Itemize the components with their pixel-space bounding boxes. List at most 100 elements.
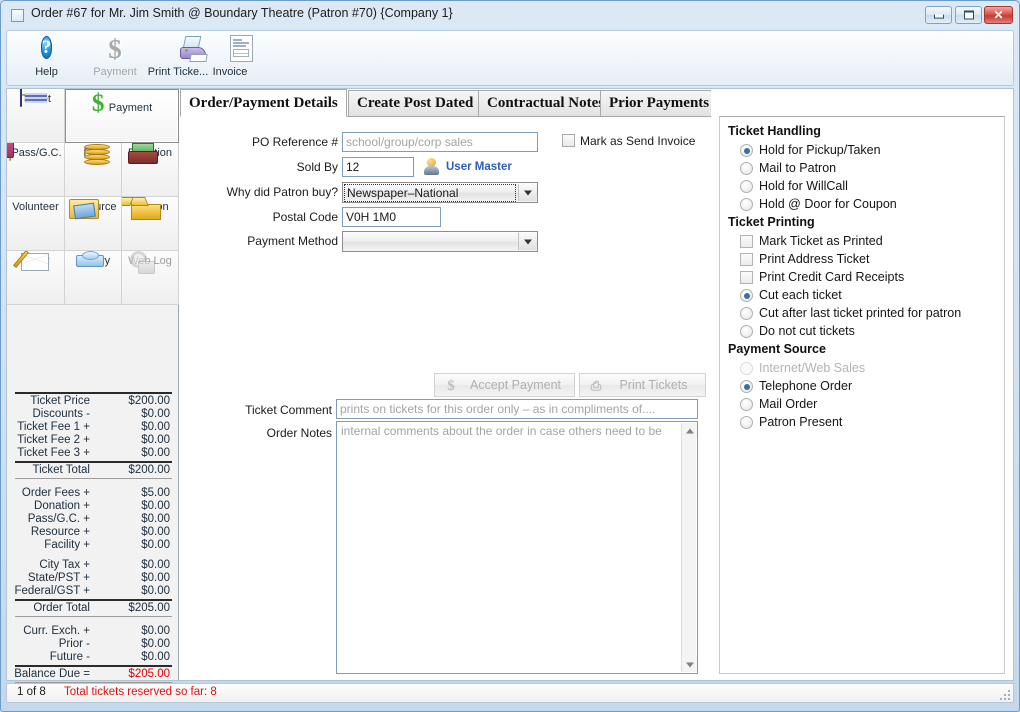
options-panel-inner: Ticket Handling Hold for Pickup/Taken Ma…: [719, 116, 1005, 674]
chevron-down-icon[interactable]: [518, 184, 536, 201]
chevron-down-icon[interactable]: [518, 233, 536, 250]
why-did-patron-buy-select[interactable]: Newspaper–National: [342, 182, 538, 203]
scroll-down-icon[interactable]: [682, 657, 697, 672]
payment-method-select[interactable]: [342, 231, 538, 252]
order-notes-placeholder: internal comments about the order in cas…: [341, 424, 662, 438]
tab-prior-payments[interactable]: Prior Payments: [600, 90, 719, 116]
accept-payment-button[interactable]: $ Accept Payment: [434, 373, 575, 397]
why-did-patron-buy-label: Why did Patron buy?: [226, 185, 338, 199]
tab-contractual-notes[interactable]: Contractual Notes: [478, 90, 614, 116]
toolbar-button-invoice[interactable]: Invoice: [204, 33, 256, 85]
dollar-icon: $: [108, 34, 122, 64]
checkbox-icon[interactable]: [740, 253, 753, 266]
checkbox-icon[interactable]: [740, 271, 753, 284]
radio-icon[interactable]: [740, 144, 753, 157]
totals-value: $0.00: [141, 408, 170, 420]
maximize-icon: [963, 10, 974, 20]
radio-icon[interactable]: [740, 198, 753, 211]
window-icon-checkbox[interactable]: [11, 9, 24, 22]
tab-order-payment-details[interactable]: Order/Payment Details: [180, 89, 347, 117]
ticket-comment-input[interactable]: prints on tickets for this order only – …: [336, 399, 698, 419]
minimize-button[interactable]: [925, 6, 952, 24]
radio-icon[interactable]: [740, 180, 753, 193]
totals-label: Prior -: [58, 638, 90, 650]
close-icon: ✕: [993, 8, 1004, 22]
totals-value: $0.00: [141, 513, 170, 525]
sidebar-item-payment[interactable]: $ Payment: [65, 89, 179, 143]
accept-payment-label: Accept Payment: [469, 378, 561, 392]
totals-row-order-total: Order Total $205.00: [7, 602, 178, 615]
user-master-link[interactable]: User Master: [446, 161, 512, 173]
tab-create-post-dated[interactable]: Create Post Dated: [348, 90, 483, 116]
sidebar-item-history[interactable]: History: [65, 251, 122, 305]
totals-value: $0.00: [141, 447, 170, 459]
totals-value: $205.00: [128, 602, 170, 614]
totals-row-balance-due: Balance Due = $205.00: [7, 668, 178, 681]
toolbar-button-help[interactable]: ? Help: [19, 33, 74, 85]
sidebar-label-payment: Payment: [108, 102, 153, 114]
maximize-button[interactable]: [955, 6, 982, 24]
totals-spacer: [7, 618, 178, 625]
status-page-indicator: 1 of 8: [17, 686, 46, 698]
totals-value: $0.00: [141, 434, 170, 446]
print-tickets-button[interactable]: ⎙ Print Tickets: [579, 373, 706, 397]
option-label: Mark Ticket as Printed: [759, 234, 883, 248]
radio-icon[interactable]: [740, 325, 753, 338]
radio-icon[interactable]: [740, 416, 753, 429]
sidebar-item-ticket[interactable]: Ticket: [7, 89, 65, 143]
totals-row: State/PST + $0.00: [7, 572, 178, 585]
totals-label: Resource +: [30, 526, 90, 538]
totals-row: Ticket Price $200.00: [7, 395, 178, 408]
sidebar-item-letter[interactable]: Letter: [7, 251, 65, 305]
totals-divider: [15, 392, 172, 394]
totals-value: $0.00: [141, 572, 170, 584]
totals-label: Order Total: [33, 602, 90, 614]
sidebar-item-web-log[interactable]: Web Log: [122, 251, 179, 305]
toolbar-button-print-tickets[interactable]: Print Ticke...: [143, 33, 213, 85]
tab-panel-order-payment-details: PO Reference # school/group/corp sales M…: [180, 116, 711, 680]
totals-row: Pass/G.C. + $0.00: [7, 513, 178, 526]
mark-as-send-invoice-label: Mark as Send Invoice: [580, 134, 696, 148]
po-reference-input[interactable]: school/group/corp sales: [342, 132, 538, 152]
totals-row: Order Fees + $5.00: [7, 487, 178, 500]
totals-value: $0.00: [141, 625, 170, 637]
radio-icon[interactable]: [740, 398, 753, 411]
help-icon: ?: [40, 36, 53, 59]
sidebar-item-donation[interactable]: Donation: [122, 143, 179, 197]
why-did-patron-buy-value: Newspaper–National: [344, 184, 516, 202]
option-label: Internet/Web Sales: [759, 361, 866, 375]
postal-code-input[interactable]: V0H 1M0: [342, 207, 441, 227]
ticket-handling-header: Ticket Handling: [728, 124, 821, 138]
sidebar-item-fee[interactable]: Fee: [65, 143, 122, 197]
sidebar-item-resource[interactable]: Resource: [65, 197, 122, 251]
mark-as-send-invoice-checkbox[interactable]: [562, 134, 575, 147]
totals-label: Ticket Fee 1 +: [17, 421, 90, 433]
totals-value: $0.00: [141, 585, 170, 597]
totals-label: Federal/GST +: [14, 585, 90, 597]
sidebar-item-volunteer[interactable]: Volunteer: [7, 197, 65, 251]
checkbox-icon[interactable]: [740, 235, 753, 248]
scroll-up-icon[interactable]: [682, 423, 697, 438]
ticket-printing-header: Ticket Printing: [728, 215, 815, 229]
ticket-comment-label: Ticket Comment: [245, 403, 332, 417]
radio-icon[interactable]: [740, 307, 753, 320]
totals-row: City Tax + $0.00: [7, 559, 178, 572]
totals-row: Donation + $0.00: [7, 500, 178, 513]
close-button[interactable]: ✕: [984, 6, 1013, 24]
status-message: Total tickets reserved so far: 8: [64, 686, 217, 698]
toolbar-button-payment[interactable]: $ Payment: [84, 33, 146, 85]
radio-icon[interactable]: [740, 289, 753, 302]
resize-grip[interactable]: [998, 688, 1010, 700]
totals-label: City Tax +: [39, 559, 90, 571]
radio-icon[interactable]: [740, 380, 753, 393]
totals-label: Balance Due =: [14, 668, 90, 680]
radio-icon[interactable]: [740, 162, 753, 175]
order-notes-scrollbar[interactable]: [681, 423, 697, 672]
option-label: Patron Present: [759, 415, 843, 429]
sidebar-item-pass-gc[interactable]: Pass/G.C.: [7, 143, 65, 197]
po-reference-label: PO Reference #: [251, 135, 338, 149]
totals-value: $200.00: [128, 395, 170, 407]
sidebar-item-season[interactable]: Season: [122, 197, 179, 251]
order-notes-textarea[interactable]: internal comments about the order in cas…: [336, 421, 698, 674]
sold-by-input[interactable]: 12: [342, 157, 414, 177]
